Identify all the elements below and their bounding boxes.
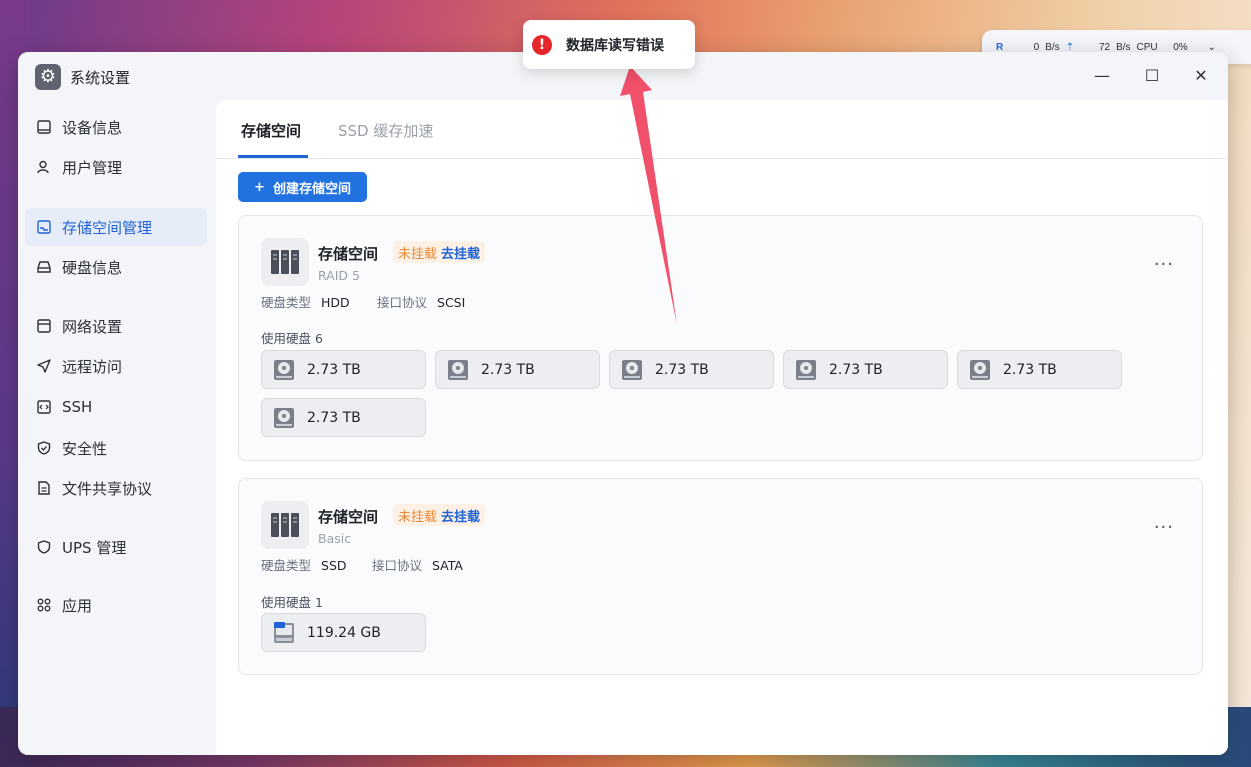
error-toast: ! 数据库读写错误	[523, 20, 695, 69]
error-icon: !	[532, 34, 552, 55]
annotation-arrow	[620, 66, 677, 325]
error-message: 数据库读写错误	[566, 37, 664, 54]
